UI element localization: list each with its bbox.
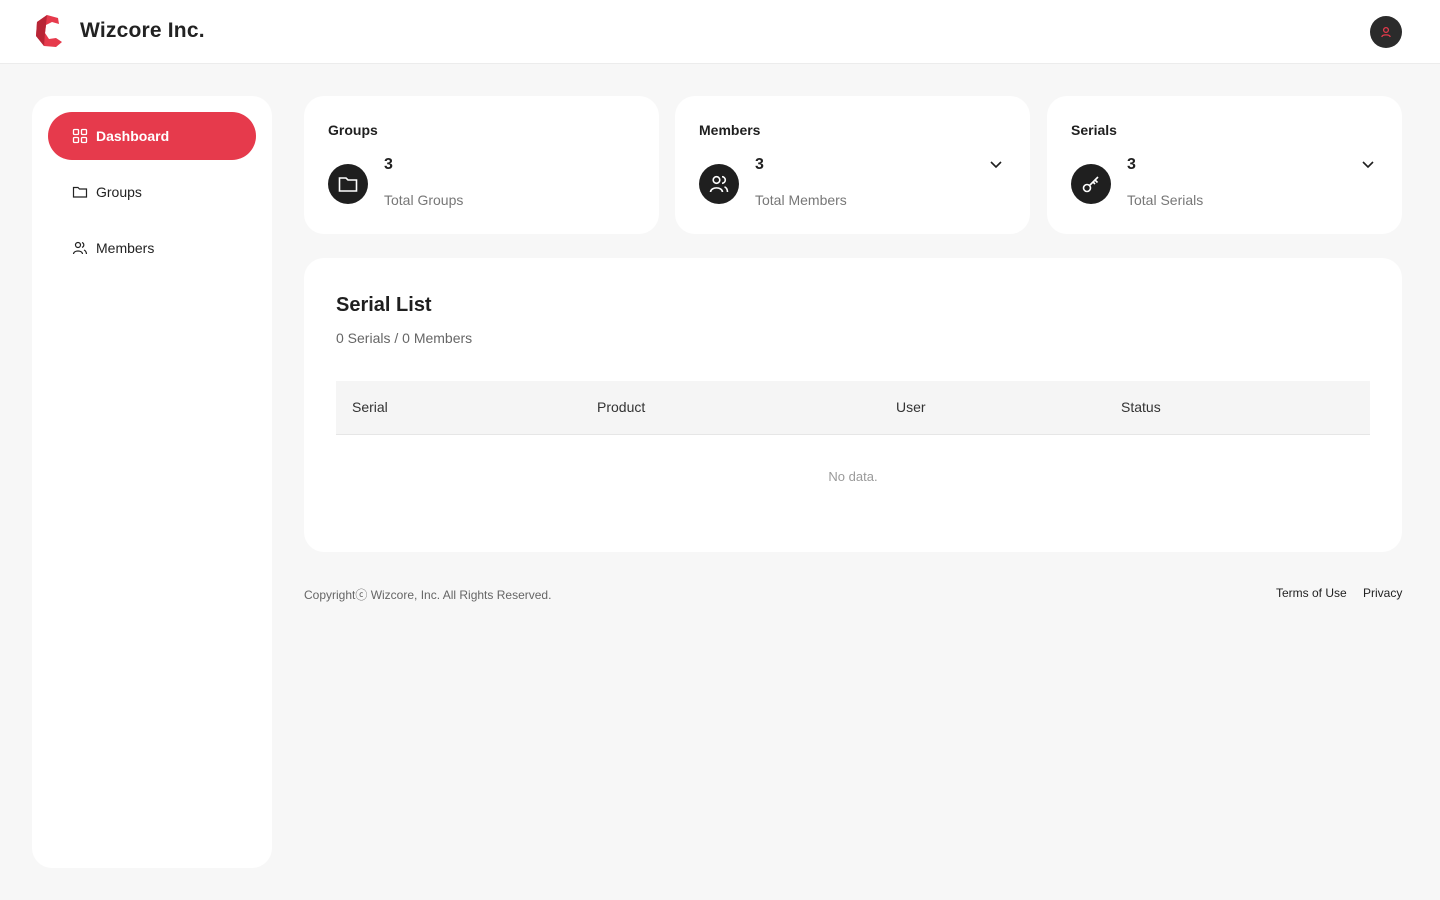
serial-list-panel: Serial List 0 Serials / 0 Members Serial… bbox=[304, 258, 1402, 552]
top-header: Wizcore Inc. bbox=[0, 0, 1440, 64]
card-label: Total Groups bbox=[384, 192, 464, 208]
empty-state-text: No data. bbox=[828, 469, 878, 484]
chevron-down-icon[interactable] bbox=[988, 156, 1004, 172]
card-value: 3 bbox=[755, 156, 764, 173]
card-title: Members bbox=[699, 122, 761, 138]
column-header-user[interactable]: User bbox=[896, 399, 926, 415]
sidebar-item-members[interactable]: Members bbox=[48, 224, 256, 272]
privacy-link[interactable]: Privacy bbox=[1363, 586, 1402, 600]
groups-card: Groups 3 Total Groups bbox=[304, 96, 659, 234]
column-header-product[interactable]: Product bbox=[597, 399, 645, 415]
sidebar-item-label: Groups bbox=[96, 184, 142, 200]
folder-icon bbox=[338, 177, 358, 192]
chevron-down-icon[interactable] bbox=[1360, 156, 1376, 172]
card-label: Total Members bbox=[755, 192, 847, 208]
users-icon bbox=[72, 241, 88, 255]
card-icon-badge bbox=[699, 164, 739, 204]
card-icon-badge bbox=[328, 164, 368, 204]
panel-title: Serial List bbox=[336, 294, 432, 316]
serials-card: Serials 3 Total Serials bbox=[1047, 96, 1402, 234]
sidebar-item-groups[interactable]: Groups bbox=[48, 168, 256, 216]
brand-logo-icon bbox=[36, 15, 62, 47]
card-icon-badge bbox=[1071, 164, 1111, 204]
card-title: Groups bbox=[328, 122, 378, 138]
brand-name: Wizcore Inc. bbox=[80, 19, 205, 42]
card-label: Total Serials bbox=[1127, 192, 1204, 208]
table-header: Serial Product User Status bbox=[336, 381, 1370, 435]
sidebar: Dashboard Groups Members bbox=[32, 96, 272, 868]
folder-icon bbox=[72, 186, 88, 198]
card-value: 3 bbox=[384, 156, 393, 173]
card-value: 3 bbox=[1127, 156, 1136, 173]
terms-of-use-link[interactable]: Terms of Use bbox=[1276, 586, 1347, 600]
column-header-serial[interactable]: Serial bbox=[352, 399, 388, 415]
brand[interactable]: Wizcore Inc. bbox=[34, 14, 205, 48]
members-card: Members 3 Total Members bbox=[675, 96, 1030, 234]
footer-copyright: Copyrightⓒ Wizcore, Inc. All Rights Rese… bbox=[304, 588, 552, 602]
card-title: Serials bbox=[1071, 122, 1117, 138]
key-icon bbox=[1082, 176, 1099, 193]
panel-subtitle: 0 Serials / 0 Members bbox=[336, 330, 473, 346]
sidebar-item-label: Members bbox=[96, 240, 155, 256]
column-header-status[interactable]: Status bbox=[1121, 399, 1161, 415]
sidebar-item-dashboard[interactable]: Dashboard bbox=[48, 112, 256, 160]
users-icon bbox=[709, 175, 729, 193]
user-icon bbox=[1381, 26, 1391, 38]
user-avatar[interactable] bbox=[1370, 16, 1402, 48]
sidebar-item-label: Dashboard bbox=[96, 128, 170, 144]
dashboard-grid-icon bbox=[72, 128, 88, 144]
